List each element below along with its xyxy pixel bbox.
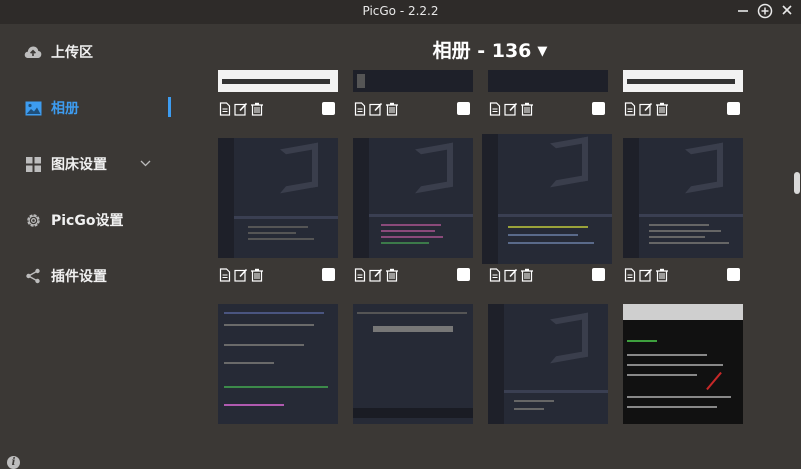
file-icon[interactable] [218, 268, 232, 282]
edit-icon[interactable] [504, 102, 518, 116]
file-icon[interactable] [353, 268, 367, 282]
gear-icon [24, 211, 42, 229]
image-thumbnail[interactable] [488, 304, 608, 424]
scrollbar-thumb[interactable] [794, 172, 800, 194]
image-thumbnail[interactable] [353, 70, 473, 92]
image-thumbnail[interactable] [623, 70, 743, 92]
select-checkbox[interactable] [727, 102, 740, 115]
select-checkbox[interactable] [727, 268, 740, 281]
image-thumbnail[interactable] [353, 138, 473, 258]
edit-icon[interactable] [639, 102, 653, 116]
file-icon[interactable] [623, 268, 637, 282]
image-thumbnail[interactable] [218, 138, 338, 258]
edit-icon[interactable] [234, 268, 248, 282]
page-title: 相册 - 136 [432, 40, 532, 62]
trash-icon[interactable] [385, 268, 399, 282]
plus-circle-icon [757, 3, 773, 19]
image-thumbnail[interactable] [218, 304, 338, 424]
active-indicator [168, 97, 171, 117]
sidebar-item-label: PicGo设置 [51, 213, 124, 229]
trash-icon[interactable] [655, 102, 669, 116]
select-checkbox[interactable] [592, 102, 605, 115]
gallery-grid [218, 66, 748, 451]
edit-icon[interactable] [504, 268, 518, 282]
select-checkbox[interactable] [322, 268, 335, 281]
file-icon[interactable] [353, 102, 367, 116]
sidebar-item-plugin-settings[interactable]: 插件设置 [24, 264, 107, 288]
caret-down-icon: ▼ [537, 44, 548, 59]
window-controls [735, 3, 795, 19]
select-checkbox[interactable] [457, 268, 470, 281]
sidebar-item-picbed-settings[interactable]: 图床设置 [24, 152, 107, 176]
sidebar: 上传区 相册 图床设置 PicGo设置 插件设置 i [0, 24, 190, 469]
trash-icon[interactable] [520, 102, 534, 116]
image-thumbnail[interactable] [488, 70, 608, 92]
image-thumbnail[interactable] [218, 70, 338, 92]
grid-icon [24, 155, 42, 173]
minimize-button[interactable] [735, 3, 751, 19]
minimize-icon [738, 10, 748, 12]
edit-icon[interactable] [369, 102, 383, 116]
image-icon [24, 99, 42, 117]
trash-icon[interactable] [385, 102, 399, 116]
file-icon[interactable] [623, 102, 637, 116]
file-icon[interactable] [218, 102, 232, 116]
title-bar: PicGo - 2.2.2 [0, 0, 801, 24]
sidebar-item-label: 图床设置 [51, 157, 107, 173]
select-checkbox[interactable] [592, 268, 605, 281]
image-thumbnail[interactable] [623, 138, 743, 258]
trash-icon[interactable] [520, 268, 534, 282]
sidebar-item-album[interactable]: 相册 [24, 96, 79, 120]
trash-icon[interactable] [250, 268, 264, 282]
chevron-down-icon[interactable] [140, 157, 151, 170]
window-title: PicGo - 2.2.2 [362, 4, 439, 18]
file-icon[interactable] [488, 268, 502, 282]
info-icon[interactable]: i [7, 456, 20, 469]
image-thumbnail[interactable] [623, 304, 743, 424]
sidebar-item-picgo-settings[interactable]: PicGo设置 [24, 208, 123, 232]
trash-icon[interactable] [655, 268, 669, 282]
close-button[interactable] [779, 3, 795, 19]
close-icon [782, 5, 792, 15]
sidebar-item-label: 插件设置 [51, 269, 107, 285]
edit-icon[interactable] [234, 102, 248, 116]
edit-icon[interactable] [639, 268, 653, 282]
album-title-dropdown[interactable]: 相册 - 136 ▼ [190, 36, 790, 63]
select-checkbox[interactable] [322, 102, 335, 115]
select-checkbox[interactable] [457, 102, 470, 115]
maximize-button[interactable] [757, 3, 773, 19]
file-icon[interactable] [488, 102, 502, 116]
sidebar-item-label: 上传区 [51, 45, 93, 61]
cloud-upload-icon [24, 43, 42, 61]
sidebar-item-label: 相册 [51, 101, 79, 117]
share-icon [24, 267, 42, 285]
image-thumbnail[interactable] [482, 134, 612, 264]
sidebar-item-upload[interactable]: 上传区 [24, 40, 93, 64]
image-thumbnail[interactable] [353, 304, 473, 424]
edit-icon[interactable] [369, 268, 383, 282]
trash-icon[interactable] [250, 102, 264, 116]
